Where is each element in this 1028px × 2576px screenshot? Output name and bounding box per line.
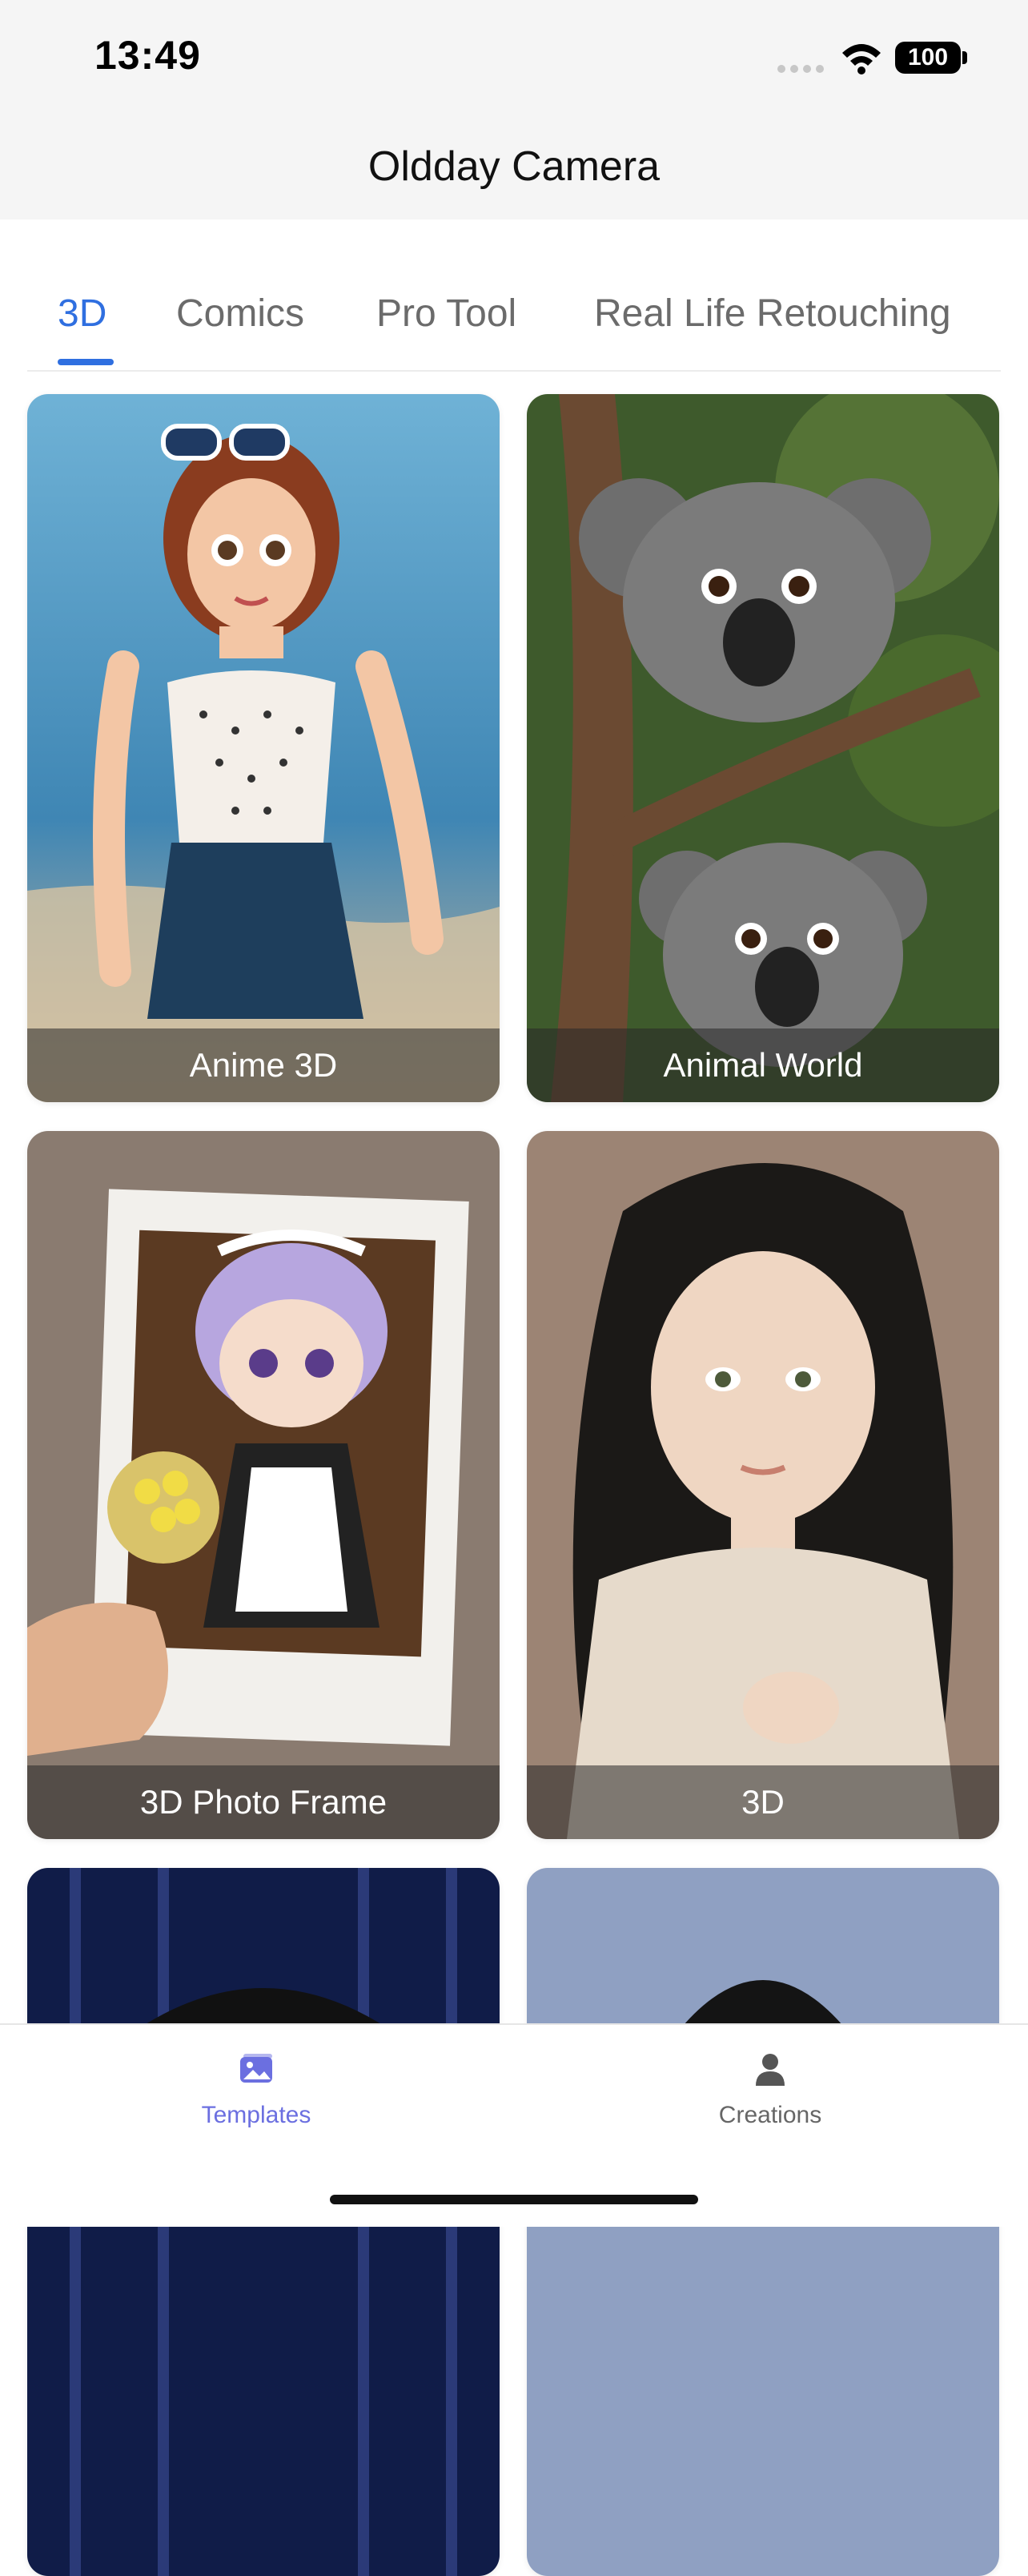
3d-photo-frame-thumbnail: [27, 1131, 500, 1839]
tabs-divider: [27, 370, 1001, 372]
template-card-anime-3d[interactable]: Anime 3D: [27, 394, 500, 1102]
template-card-3d[interactable]: 3D: [527, 1131, 999, 1839]
wifi-icon: [842, 44, 881, 74]
nav-creations[interactable]: Creations: [650, 2049, 890, 2129]
nav-templates-label: Templates: [201, 2102, 311, 2128]
nav-templates[interactable]: Templates: [136, 2049, 376, 2129]
3d-portrait-thumbnail: [527, 1131, 999, 1839]
cellular-signal-icon: [777, 65, 824, 73]
status-time: 13:49: [94, 33, 201, 78]
nav-creations-label: Creations: [718, 2102, 822, 2128]
tab-pro-tool[interactable]: Pro Tool: [376, 292, 516, 336]
tab-comics[interactable]: Comics: [176, 292, 304, 336]
template-card-3d-photo-frame[interactable]: 3D Photo Frame: [27, 1131, 500, 1839]
card-label: Anime 3D: [27, 1028, 500, 1102]
templates-icon: [240, 2054, 272, 2083]
tab-real-life-retouching[interactable]: Real Life Retouching: [594, 292, 951, 336]
animal-world-thumbnail: [527, 394, 999, 1102]
app-header: Oldday Camera: [0, 120, 1028, 219]
home-indicator: [330, 2195, 698, 2204]
card-label: 3D: [527, 1765, 999, 1839]
page-title: Oldday Camera: [367, 143, 661, 190]
card-label: 3D Photo Frame: [27, 1765, 500, 1839]
tab-3d[interactable]: 3D: [58, 292, 106, 336]
status-bar: 13:49 100: [0, 0, 1028, 120]
category-tabs: 3D Comics Pro Tool Real Life Retouching: [0, 219, 1028, 372]
anime-3d-thumbnail: [27, 394, 500, 1102]
template-card-animal-world[interactable]: Animal World: [527, 394, 999, 1102]
active-tab-indicator: [58, 359, 114, 365]
person-icon: [756, 2054, 785, 2086]
battery-icon: 100: [895, 42, 961, 74]
battery-tip: [962, 51, 967, 64]
card-label: Animal World: [527, 1028, 999, 1102]
